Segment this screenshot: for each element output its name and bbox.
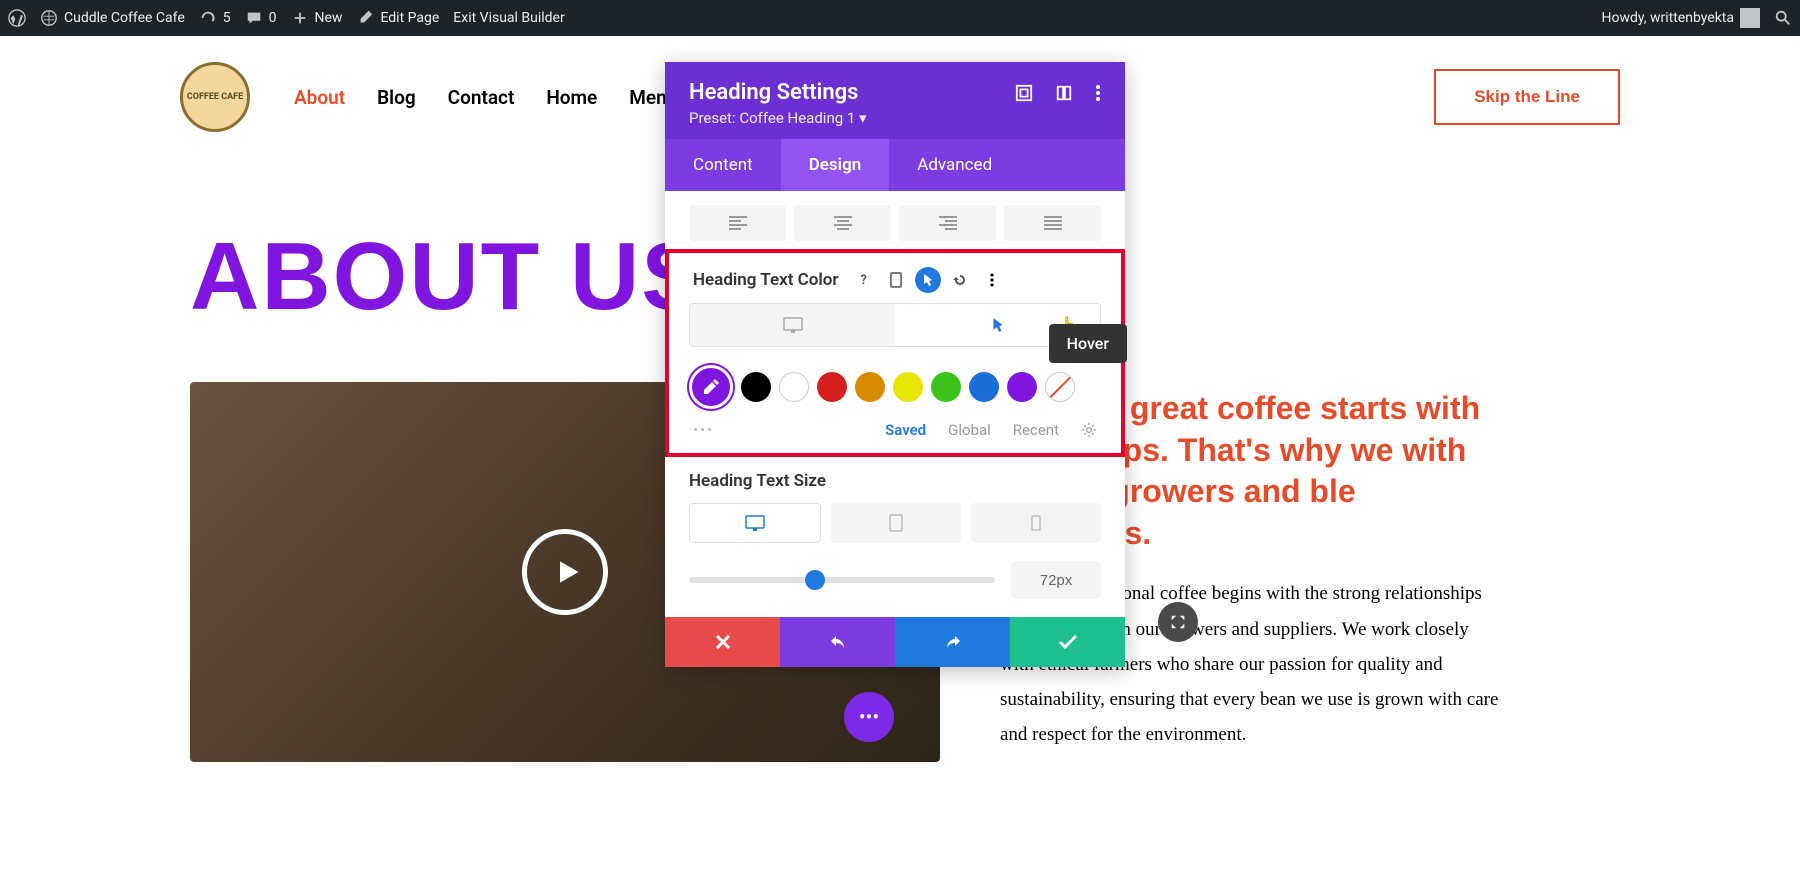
color-swatches [669, 357, 1121, 421]
more-icon[interactable] [1095, 84, 1101, 102]
preset-label[interactable]: Preset: Coffee Heading 1 ▾ [689, 109, 1101, 127]
cursor-icon[interactable] [915, 267, 941, 293]
tab-content[interactable]: Content [665, 139, 781, 191]
nav-blog[interactable]: Blog [377, 86, 416, 109]
swatch-black[interactable] [741, 372, 771, 402]
undo-button[interactable] [780, 617, 895, 667]
color-picker-icon[interactable] [689, 365, 733, 409]
wp-adminbar: Cuddle Coffee Cafe 5 0 New Edit Page Exi… [0, 0, 1800, 36]
avatar [1740, 8, 1760, 28]
swatch-white[interactable] [779, 372, 809, 402]
main-nav: About Blog Contact Home Menu [294, 86, 677, 109]
skip-line-button[interactable]: Skip the Line [1434, 69, 1620, 125]
text-align-row [665, 191, 1125, 249]
swatch-purple[interactable] [1007, 372, 1037, 402]
cancel-button[interactable] [665, 617, 780, 667]
hover-tooltip: Hover [1049, 324, 1127, 363]
device-phone-icon[interactable] [971, 503, 1101, 543]
wp-logo[interactable] [8, 9, 26, 27]
more-swatches-icon[interactable]: ••• [693, 421, 714, 439]
size-section: Heading Text Size [665, 457, 1125, 617]
swatch-yellow[interactable] [893, 372, 923, 402]
exit-visual-builder[interactable]: Exit Visual Builder [453, 10, 564, 26]
tab-design[interactable]: Design [781, 139, 890, 191]
panel-title-text: Heading Settings [689, 80, 858, 105]
state-default[interactable] [690, 304, 895, 346]
columns-icon[interactable] [1055, 84, 1073, 102]
new-link[interactable]: New [291, 9, 343, 27]
site-name[interactable]: Cuddle Coffee Cafe [40, 9, 185, 27]
expand-fab[interactable] [1158, 602, 1198, 642]
state-tabs: 👆 [689, 303, 1101, 347]
swatch-red[interactable] [817, 372, 847, 402]
heading-settings-panel: Heading Settings Preset: Coffee Heading … [665, 62, 1125, 667]
comments[interactable]: 0 [245, 9, 277, 27]
fullscreen-icon[interactable] [1015, 84, 1033, 102]
swatch-none[interactable] [1045, 372, 1075, 402]
howdy-user[interactable]: Howdy, writtenbyekta [1601, 8, 1760, 28]
palette-saved[interactable]: Saved [885, 421, 926, 439]
module-options-fab[interactable]: ••• [844, 692, 894, 742]
nav-home[interactable]: Home [546, 86, 597, 109]
swatch-footer: ••• Saved Global Recent [669, 421, 1121, 453]
search-icon[interactable] [1774, 9, 1792, 27]
slider-thumb[interactable] [805, 570, 825, 590]
palette-recent[interactable]: Recent [1013, 421, 1059, 439]
size-input[interactable] [1011, 561, 1101, 599]
tab-advanced[interactable]: Advanced [889, 139, 1020, 191]
swatch-blue[interactable] [969, 372, 999, 402]
device-desktop-icon[interactable] [689, 503, 821, 543]
swatch-orange[interactable] [855, 372, 885, 402]
palette-global[interactable]: Global [948, 421, 991, 439]
panel-tabs: Content Design Advanced [665, 139, 1125, 191]
help-icon[interactable]: ? [851, 267, 877, 293]
redo-button[interactable] [895, 617, 1010, 667]
color-section-label: Heading Text Color ? [669, 253, 1121, 303]
size-label: Heading Text Size [689, 471, 1101, 491]
device-tablet-icon[interactable] [831, 503, 961, 543]
edit-page[interactable]: Edit Page [356, 9, 439, 27]
nav-about[interactable]: About [294, 86, 345, 109]
align-right-icon[interactable] [899, 205, 996, 241]
panel-actions [665, 617, 1125, 667]
nav-contact[interactable]: Contact [448, 86, 515, 109]
reset-icon[interactable] [947, 267, 973, 293]
align-justify-icon[interactable] [1004, 205, 1101, 241]
swatch-green[interactable] [931, 372, 961, 402]
save-button[interactable] [1010, 617, 1125, 667]
align-center-icon[interactable] [794, 205, 891, 241]
logo[interactable]: COFFEE CAFE [180, 62, 250, 132]
play-button[interactable] [522, 529, 608, 615]
mobile-icon[interactable] [883, 267, 909, 293]
updates[interactable]: 5 [199, 9, 231, 27]
align-left-icon[interactable] [689, 205, 786, 241]
size-slider[interactable] [689, 577, 995, 583]
gear-icon[interactable] [1081, 422, 1097, 438]
options-icon[interactable] [979, 267, 1005, 293]
panel-header[interactable]: Heading Settings Preset: Coffee Heading … [665, 62, 1125, 139]
